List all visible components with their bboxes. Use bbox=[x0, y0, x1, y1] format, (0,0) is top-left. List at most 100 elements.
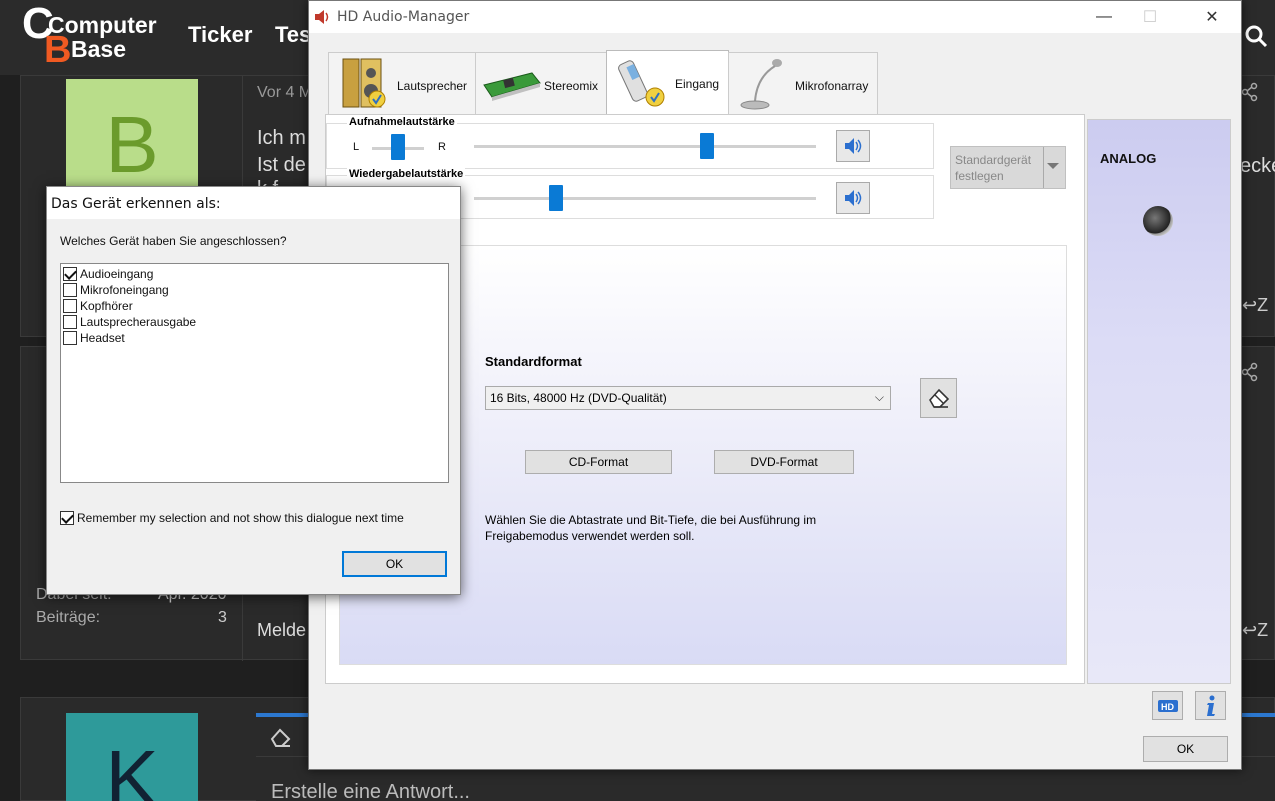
share-icon[interactable] bbox=[1240, 362, 1260, 382]
option-audioeingang[interactable]: Audioeingang bbox=[63, 266, 153, 282]
post-text-line: Ich m bbox=[257, 127, 306, 149]
checkbox[interactable] bbox=[63, 315, 77, 329]
device-detection-dialog: Das Gerät erkennen als: Welches Gerät ha… bbox=[46, 186, 461, 595]
option-label: Headset bbox=[80, 331, 125, 345]
checkbox[interactable] bbox=[63, 299, 77, 313]
remember-label: Remember my selection and not show this … bbox=[77, 511, 404, 525]
checkbox[interactable] bbox=[63, 267, 77, 281]
eraser-format-button[interactable] bbox=[920, 378, 957, 418]
option-label: Audioeingang bbox=[80, 267, 154, 281]
share-icon[interactable] bbox=[1240, 82, 1260, 102]
report-link[interactable]: Melde bbox=[257, 620, 306, 641]
recording-mute-button[interactable] bbox=[836, 130, 870, 162]
eraser-icon[interactable] bbox=[270, 727, 292, 752]
dialog-title: Das Gerät erkennen als: bbox=[47, 187, 460, 219]
search-icon[interactable] bbox=[1244, 24, 1268, 48]
balance-slider[interactable] bbox=[391, 134, 405, 160]
recording-volume-label: Aufnahmelautstärke bbox=[347, 116, 457, 128]
format-select-value: 16 Bits, 48000 Hz (DVD-Qualität) bbox=[490, 391, 667, 405]
playback-mute-button[interactable] bbox=[836, 182, 870, 214]
info-button[interactable] bbox=[1195, 691, 1226, 720]
recording-volume-track bbox=[474, 145, 816, 148]
window-title: HD Audio-Manager bbox=[337, 9, 470, 25]
eraser-icon bbox=[928, 388, 949, 408]
tab-lautsprecher[interactable]: Lautsprecher bbox=[328, 52, 476, 114]
site-logo[interactable]: C B Computer Base bbox=[18, 0, 168, 71]
dialog-question: Welches Gerät haben Sie angeschlossen? bbox=[60, 234, 287, 248]
input-device-icon bbox=[617, 55, 669, 116]
hd-audio-info-button[interactable]: HD bbox=[1152, 691, 1183, 720]
chevron-down-icon bbox=[1047, 163, 1059, 169]
option-lautsprecherausgabe[interactable]: Lautsprecherausgabe bbox=[63, 314, 196, 330]
hd-logo-icon: HD bbox=[1157, 699, 1178, 712]
tab-eingang[interactable]: Eingang bbox=[606, 50, 729, 116]
svg-text:HD: HD bbox=[1161, 702, 1174, 712]
volume-icon bbox=[845, 190, 862, 206]
volume-icon bbox=[845, 138, 862, 154]
speaker-icon bbox=[339, 55, 389, 116]
nav-ticker[interactable]: Ticker bbox=[188, 22, 252, 48]
reply-label: Z bbox=[1257, 295, 1269, 315]
maximize-button[interactable]: ☐ bbox=[1127, 1, 1173, 33]
avatar-letter: B bbox=[105, 100, 159, 189]
tab-stereomix[interactable]: Stereomix bbox=[475, 52, 607, 114]
logo-text-base: Base bbox=[71, 36, 126, 62]
tab-label: Lautsprecher bbox=[397, 79, 468, 93]
minimize-button[interactable]: — bbox=[1081, 1, 1127, 33]
nav-tests[interactable]: Tes bbox=[275, 22, 311, 48]
post-text-fragment: ecke bbox=[1240, 155, 1275, 177]
jack-port-icon[interactable] bbox=[1143, 206, 1173, 236]
post-text-line: Ist de bbox=[257, 154, 306, 176]
option-label: Kopfhörer bbox=[80, 299, 133, 313]
tab-label: Stereomix bbox=[544, 79, 599, 93]
reply-button[interactable]: ↩Z bbox=[1242, 295, 1268, 316]
dvd-format-button[interactable]: DVD-Format bbox=[714, 450, 854, 474]
reply-label: Z bbox=[1257, 620, 1269, 640]
reply-input-placeholder[interactable]: Erstelle eine Antwort... bbox=[271, 781, 470, 801]
tab-mikrofonarray[interactable]: Mikrofonarray bbox=[728, 52, 878, 114]
close-button[interactable]: ✕ bbox=[1189, 1, 1235, 33]
cd-format-button[interactable]: CD-Format bbox=[525, 450, 672, 474]
option-label: Mikrofoneingang bbox=[80, 283, 169, 297]
analog-panel: ANALOG bbox=[1087, 119, 1231, 684]
title-bar: HD Audio-Manager — ☐ ✕ bbox=[309, 1, 1241, 33]
set-default-device-button[interactable]: Standardgerät festlegen bbox=[950, 146, 1066, 189]
tab-label: Eingang bbox=[675, 77, 720, 91]
format-select[interactable]: 16 Bits, 48000 Hz (DVD-Qualität) ⌵ bbox=[485, 386, 891, 410]
playback-volume-label: Wiedergabelautstärke bbox=[347, 168, 466, 180]
option-headset[interactable]: Headset bbox=[63, 330, 125, 346]
reply-button[interactable]: ↩Z bbox=[1242, 620, 1268, 641]
set-default-label: Standardgerät bbox=[955, 153, 1032, 167]
info-icon bbox=[1206, 695, 1215, 716]
soundcard-icon bbox=[482, 65, 542, 110]
avatar[interactable]: K bbox=[66, 713, 198, 801]
format-description: Wählen Sie die Abtastrate und Bit-Tiefe,… bbox=[485, 513, 817, 527]
checkbox[interactable] bbox=[60, 511, 74, 525]
reply-icon: ↩ bbox=[1242, 295, 1258, 315]
option-mikrofoneingang[interactable]: Mikrofoneingang bbox=[63, 282, 169, 298]
ok-button[interactable]: OK bbox=[1143, 736, 1228, 762]
format-description: Freigabemodus verwendet werden soll. bbox=[485, 529, 695, 543]
playback-volume-track bbox=[474, 197, 816, 200]
posts-value: 3 bbox=[218, 609, 227, 626]
tab-label: Mikrofonarray bbox=[795, 79, 869, 93]
speaker-app-icon bbox=[313, 8, 331, 31]
logo-text-computer: Computer bbox=[48, 12, 157, 38]
default-format-heading: Standardformat bbox=[485, 354, 582, 369]
dialog-ok-button[interactable]: OK bbox=[342, 551, 447, 577]
device-options-list: Audioeingang Mikrofoneingang Kopfhörer L… bbox=[60, 263, 449, 483]
chevron-down-icon: ⌵ bbox=[874, 390, 884, 404]
remember-selection-option[interactable]: Remember my selection and not show this … bbox=[60, 510, 404, 526]
checkbox[interactable] bbox=[63, 331, 77, 345]
set-default-label: festlegen bbox=[955, 169, 1004, 183]
post-timestamp: Vor 4 M bbox=[257, 84, 313, 101]
posts-label: Beiträge: bbox=[36, 609, 101, 626]
analog-label: ANALOG bbox=[1100, 151, 1157, 166]
option-label: Lautsprecherausgabe bbox=[80, 315, 197, 329]
balance-left-label: L bbox=[353, 141, 360, 153]
checkbox[interactable] bbox=[63, 283, 77, 297]
option-kopfhoerer[interactable]: Kopfhörer bbox=[63, 298, 133, 314]
balance-right-label: R bbox=[438, 141, 446, 153]
playback-volume-slider[interactable] bbox=[549, 185, 564, 211]
recording-volume-slider[interactable] bbox=[699, 133, 714, 159]
